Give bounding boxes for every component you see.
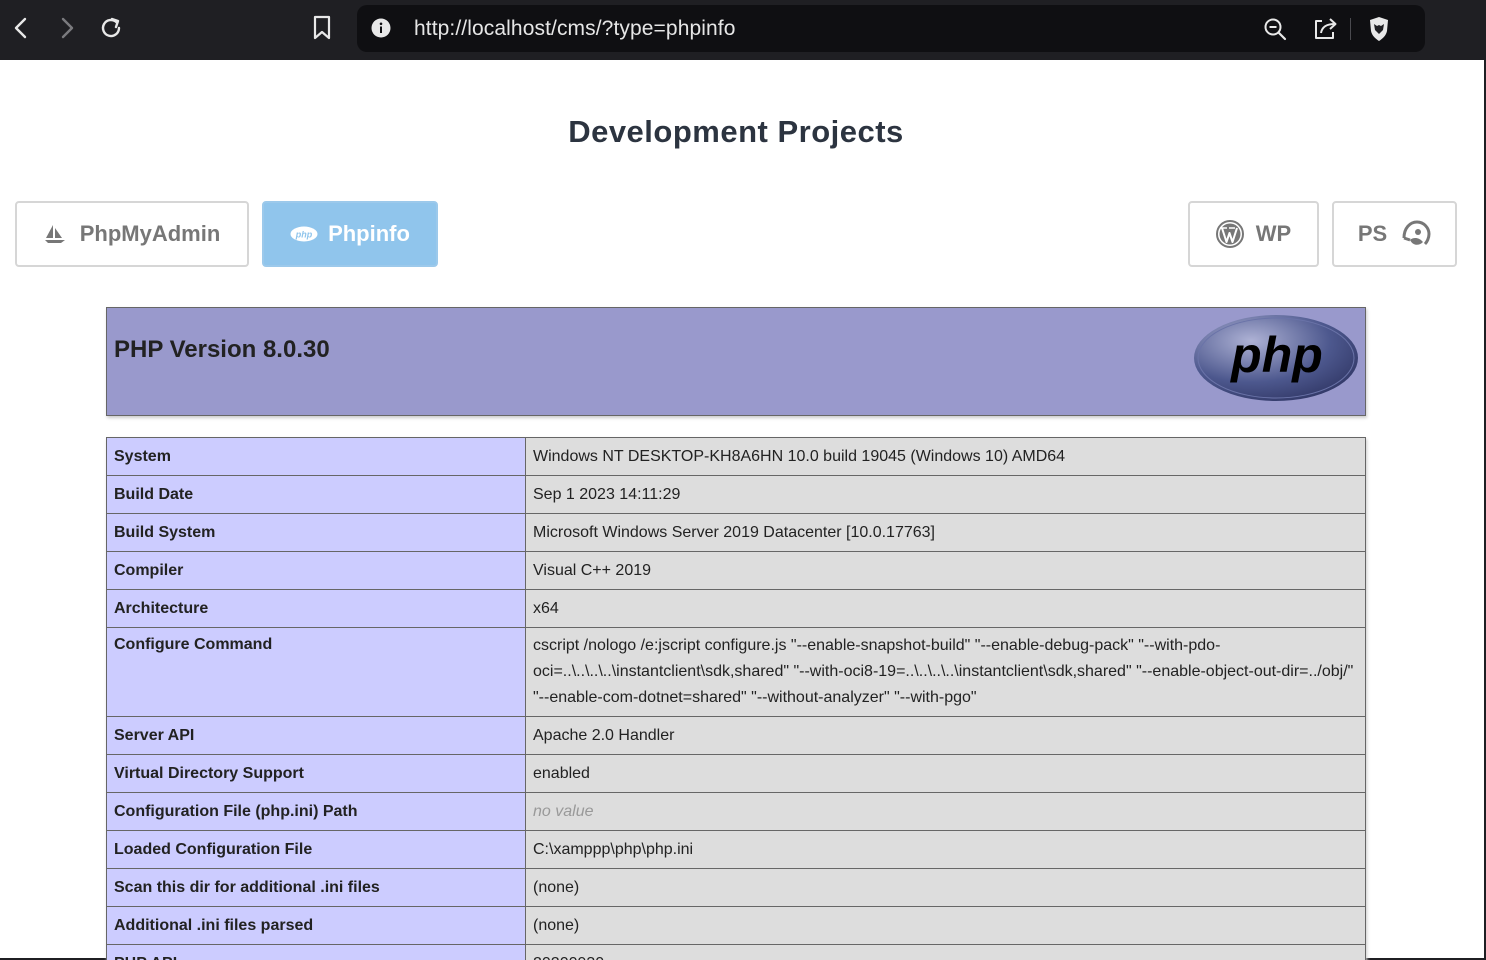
row-value: (none) bbox=[525, 906, 1366, 945]
wp-button[interactable]: WP bbox=[1188, 201, 1319, 267]
wordpress-icon bbox=[1215, 220, 1244, 248]
row-value: x64 bbox=[525, 589, 1366, 628]
row-key: PHP API bbox=[106, 944, 526, 960]
row-key: Build Date bbox=[106, 475, 526, 514]
row-value: (none) bbox=[525, 868, 1366, 907]
svg-text:php: php bbox=[295, 230, 313, 240]
row-value: Visual C++ 2019 bbox=[525, 551, 1366, 590]
row-key: System bbox=[106, 437, 526, 476]
info-icon[interactable] bbox=[371, 18, 391, 38]
row-value: Apache 2.0 Handler bbox=[525, 716, 1366, 755]
row-value: Microsoft Windows Server 2019 Datacenter… bbox=[525, 513, 1366, 552]
table-row: Virtual Directory Support enabled bbox=[106, 754, 1366, 793]
table-row: Configure Command cscript /nologo /e:jsc… bbox=[106, 627, 1366, 717]
php-version-header: PHP Version 8.0.30 php php bbox=[106, 307, 1366, 416]
row-value: Sep 1 2023 14:11:29 bbox=[525, 475, 1366, 514]
table-row: Compiler Visual C++ 2019 bbox=[106, 551, 1366, 590]
row-value: enabled bbox=[525, 754, 1366, 793]
row-key: Loaded Configuration File bbox=[106, 830, 526, 869]
table-row: Build Date Sep 1 2023 14:11:29 bbox=[106, 475, 1366, 514]
php-version-title: PHP Version 8.0.30 bbox=[114, 336, 330, 363]
back-icon[interactable] bbox=[4, 10, 40, 46]
forward-icon[interactable] bbox=[48, 10, 84, 46]
phpinfo-table: System Windows NT DESKTOP-KH8A6HN 10.0 b… bbox=[106, 437, 1366, 960]
no-value-text: no value bbox=[533, 802, 594, 820]
zoom-icon[interactable] bbox=[1262, 16, 1288, 42]
row-key: Scan this dir for additional .ini files bbox=[106, 868, 526, 907]
table-row: Build System Microsoft Windows Server 20… bbox=[106, 513, 1366, 552]
ps-label: PS bbox=[1357, 221, 1388, 246]
row-value: cscript /nologo /e:jscript configure.js … bbox=[525, 627, 1366, 717]
phpmyadmin-label: PhpMyAdmin bbox=[79, 221, 221, 246]
sailboat-icon bbox=[44, 224, 66, 244]
table-row: System Windows NT DESKTOP-KH8A6HN 10.0 b… bbox=[106, 437, 1366, 476]
phpinfo-label: Phpinfo bbox=[328, 221, 410, 246]
table-row: Scan this dir for additional .ini files … bbox=[106, 868, 1366, 907]
ps-button[interactable]: PS bbox=[1332, 201, 1457, 267]
table-row: Architecture x64 bbox=[106, 589, 1366, 628]
php-elephant-icon: php bbox=[290, 226, 318, 242]
php-logo-icon[interactable]: php php bbox=[1193, 314, 1359, 407]
row-key: Additional .ini files parsed bbox=[106, 906, 526, 945]
row-value-cell: no value bbox=[525, 792, 1366, 831]
table-row: PHP API 20200930 bbox=[106, 944, 1366, 960]
toolbar-divider bbox=[1350, 18, 1351, 40]
page-title: Development Projects bbox=[568, 114, 904, 149]
row-value: 20200930 bbox=[525, 944, 1366, 960]
share-icon[interactable] bbox=[1313, 16, 1339, 42]
phpinfo-button[interactable]: php Phpinfo bbox=[262, 201, 438, 267]
table-row: Loaded Configuration File C:\xamppp\php\… bbox=[106, 830, 1366, 869]
wp-label: WP bbox=[1255, 221, 1292, 246]
row-value: Windows NT DESKTOP-KH8A6HN 10.0 build 19… bbox=[525, 437, 1366, 476]
row-key: Configure Command bbox=[106, 627, 526, 717]
row-key: Virtual Directory Support bbox=[106, 754, 526, 793]
url-text[interactable]: http://localhost/cms/?type=phpinfo bbox=[414, 17, 736, 41]
bookmark-icon[interactable] bbox=[304, 10, 340, 46]
table-row: Server API Apache 2.0 Handler bbox=[106, 716, 1366, 755]
row-key: Compiler bbox=[106, 551, 526, 590]
row-key: Architecture bbox=[106, 589, 526, 628]
table-row: Configuration File (php.ini) Path no val… bbox=[106, 792, 1366, 831]
brave-shield-icon[interactable] bbox=[1366, 16, 1392, 42]
reload-icon[interactable] bbox=[93, 10, 129, 46]
row-value: C:\xamppp\php\php.ini bbox=[525, 830, 1366, 869]
row-key: Server API bbox=[106, 716, 526, 755]
row-key: Configuration File (php.ini) Path bbox=[106, 792, 526, 831]
browser-toolbar: http://localhost/cms/?type=phpinfo bbox=[0, 0, 1486, 60]
row-key: Build System bbox=[106, 513, 526, 552]
prestashop-icon bbox=[1401, 220, 1431, 248]
phpmyadmin-button[interactable]: PhpMyAdmin bbox=[15, 201, 249, 267]
table-row: Additional .ini files parsed (none) bbox=[106, 906, 1366, 945]
address-bar[interactable]: http://localhost/cms/?type=phpinfo bbox=[357, 5, 1425, 52]
